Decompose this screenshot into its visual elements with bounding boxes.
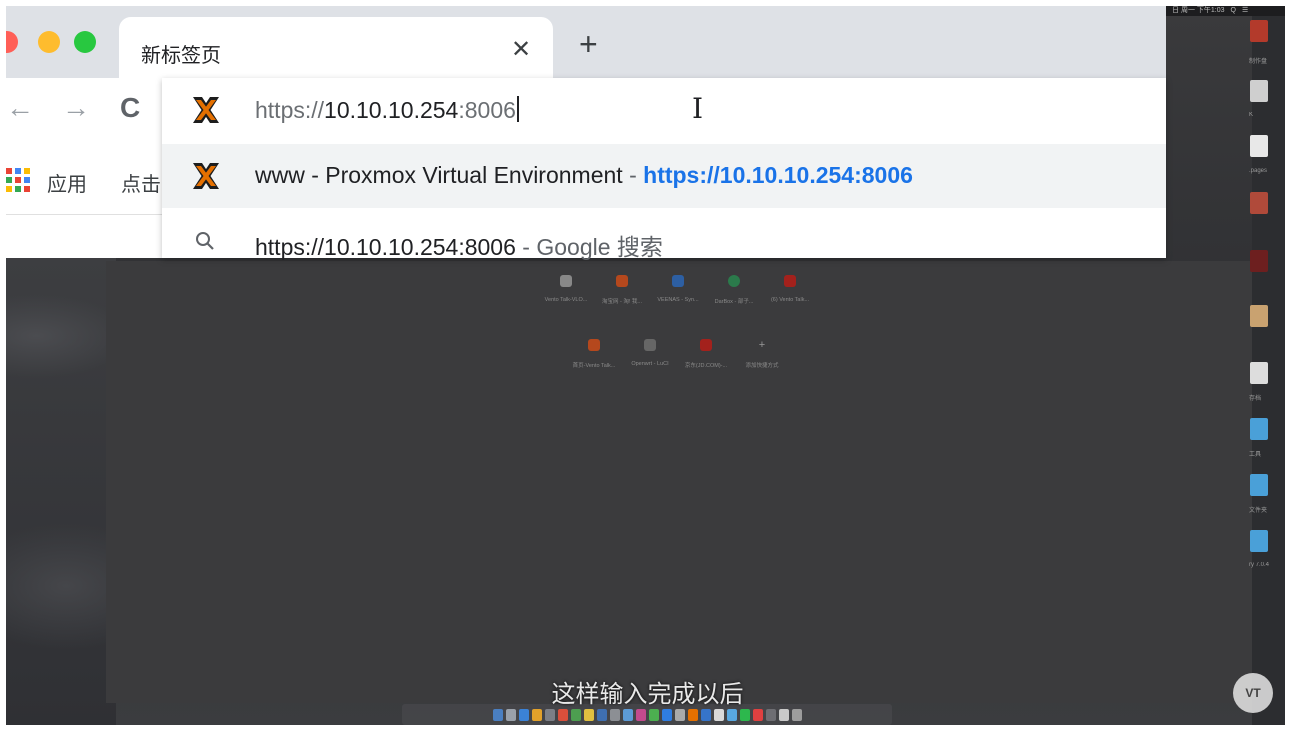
text-caret [516,96,519,122]
shortcut-label: 添加快捷方式 [745,363,779,369]
dock-icon[interactable] [609,708,620,721]
dock-icon[interactable] [765,708,776,721]
dock-icon[interactable] [544,708,555,721]
bookmark-item[interactable]: 点击 [121,168,161,197]
suggestion-separator: - [522,234,530,260]
dock-icon[interactable] [752,708,763,721]
desktop-folder-icon[interactable] [1250,474,1268,496]
desktop-file-label: 工具 [1249,452,1262,458]
shortcut-tile[interactable]: (6) Vento Talk... [758,275,822,303]
dock-icon[interactable] [791,708,802,721]
wallpaper-dunes [6,256,116,725]
dock-icon[interactable] [583,708,594,721]
bookmark-apps[interactable]: 应用 [47,168,87,197]
apps-grid-icon[interactable] [6,168,30,192]
proxmox-icon [193,97,219,123]
desktop-file-icon[interactable] [1250,362,1268,384]
dock-icon[interactable] [505,708,516,721]
shortcut-tile[interactable]: 京东(JD.COM)-... [674,339,738,369]
dock-icon[interactable] [687,708,698,721]
search-suggestion-text: https://10.10.10.254:8006 - Google 搜索 [255,228,663,262]
mac-menubar: 日 周一 下午1:03 Q ☰ [1166,6,1285,16]
dock-icon[interactable] [674,708,685,721]
shortcut-label: Vento Talk-VLO... [544,297,588,303]
suggestion-row-proxmox[interactable]: www - Proxmox Virtual Environment - http… [162,144,1166,208]
search-query: https://10.10.10.254:8006 [255,234,516,260]
shortcut-label: VEENAS - Syn... [657,297,699,303]
shortcut-tile[interactable]: VEENAS - Syn... [646,275,710,303]
suggestion-row-search[interactable]: https://10.10.10.254:8006 - Google 搜索 [162,210,1166,274]
dock-icon[interactable] [739,708,750,721]
url-port: :8006 [458,97,516,123]
omnibox-dropdown: https://10.10.10.254:8006 www - Proxmox … [162,78,1166,260]
shortcut-tile[interactable]: 淘宝网 - 淘! 我... [590,275,654,305]
shortcut-tile[interactable]: Openwrt - LuCI [618,339,682,367]
dock-icon[interactable] [778,708,789,721]
shortcut-label: 京东(JD.COM)-... [684,363,728,369]
url-scheme: https:// [255,97,325,123]
forward-button[interactable]: → [62,94,90,122]
reload-button[interactable]: C [120,94,140,122]
desktop-folder-icon[interactable] [1250,418,1268,440]
text-cursor-icon: I [692,92,704,125]
shortcut-label: 淘宝网 - 淘! 我... [601,299,643,305]
desktop-file-icon[interactable] [1250,192,1268,214]
add-shortcut-tile[interactable]: + 添加快捷方式 [730,339,794,369]
suggestion-separator: - [629,162,637,188]
omnibox-input-row[interactable]: https://10.10.10.254:8006 [162,78,1166,142]
dock-icon[interactable] [713,708,724,721]
desktop-file-label: 文件夹 [1249,508,1268,514]
tab-new-tab[interactable]: 新标签页 ✕ [119,17,553,78]
proxmox-icon [193,163,219,189]
dock-icon[interactable] [648,708,659,721]
desktop-file-icon[interactable] [1250,20,1268,42]
dock-icon[interactable] [492,708,503,721]
url-host: 10.10.10.254 [324,97,459,123]
shortcut-tile[interactable]: DarBox - 部子... [702,275,766,305]
dock-icon[interactable] [622,708,633,721]
new-tab-button[interactable]: + [579,28,598,60]
url-input[interactable]: https://10.10.10.254:8006 [255,96,519,124]
suggestion-title: www - Proxmox Virtual Environment [255,162,623,188]
dimmed-new-tab-page: Vento Talk-VLO... 淘宝网 - 淘! 我... VEENAS -… [106,261,1252,703]
desktop-file-label: 存档 [1249,396,1262,402]
shortcut-label: Openwrt - LuCI [631,361,669,367]
minimize-window-button[interactable] [38,31,60,53]
desktop-file-label: ry 7.0.4 [1249,562,1270,568]
shortcut-label: (6) Vento Talk... [770,297,810,303]
desktop-file-icon[interactable] [1250,305,1268,327]
dock-icon[interactable] [557,708,568,721]
dock-icon[interactable] [726,708,737,721]
video-subtitle: 这样输入完成以后 [551,680,744,708]
shortcut-label: 首页-Vento Talk... [572,363,616,369]
desktop-file-icon[interactable] [1250,135,1268,157]
desktop-file-icon[interactable] [1250,80,1268,102]
zoom-window-button[interactable] [74,31,96,53]
dock-icon[interactable] [700,708,711,721]
suggestion-text: www - Proxmox Virtual Environment - http… [255,162,913,189]
dock-icon[interactable] [531,708,542,721]
search-icon [196,232,214,250]
suggestion-url: https://10.10.10.254:8006 [643,162,913,188]
shortcut-label: DarBox - 部子... [714,299,754,305]
dock-icon[interactable] [518,708,529,721]
back-button[interactable]: ← [6,94,34,122]
shortcut-tile[interactable]: Vento Talk-VLO... [534,275,598,303]
desktop-file-label: .pages [1249,168,1268,174]
desktop-file-label: K [1249,112,1254,118]
close-tab-icon[interactable]: ✕ [511,35,531,64]
dock-icon[interactable] [635,708,646,721]
dock-icon[interactable] [596,708,607,721]
dock-icon[interactable] [661,708,672,721]
tab-title: 新标签页 [141,45,221,67]
desktop-file-label: 制作盘 [1249,59,1268,65]
dock-icon[interactable] [570,708,581,721]
desktop-folder-icon[interactable] [1250,530,1268,552]
desktop-file-icon[interactable] [1250,250,1268,272]
channel-watermark: VT [1233,673,1273,713]
search-provider: Google 搜索 [536,234,663,260]
shortcut-tile[interactable]: 首页-Vento Talk... [562,339,626,369]
